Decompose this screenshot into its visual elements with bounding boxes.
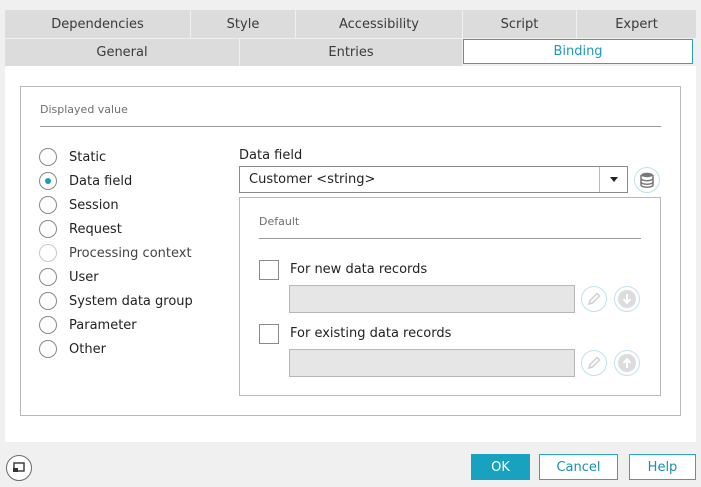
pencil-icon xyxy=(587,356,601,370)
radio-label: Static xyxy=(69,149,107,165)
displayed-value-divider xyxy=(40,126,661,127)
chevron-down-icon[interactable] xyxy=(599,167,627,192)
existing-records-checkbox[interactable] xyxy=(259,324,279,344)
tab-expert[interactable]: Expert xyxy=(577,10,696,38)
database-button[interactable] xyxy=(634,167,660,193)
radio-request[interactable]: Request xyxy=(39,219,122,239)
radio-button[interactable] xyxy=(39,172,57,190)
data-field-value: Customer <string> xyxy=(249,172,376,187)
displayed-value-legend: Displayed value xyxy=(40,103,128,116)
radio-processing-context: Processing context xyxy=(39,243,192,263)
new-records-edit-button xyxy=(581,286,607,312)
radio-button[interactable] xyxy=(39,316,57,334)
help-button[interactable]: Help xyxy=(629,454,696,480)
radio-label: Other xyxy=(69,341,106,357)
radio-label: Processing context xyxy=(69,245,192,261)
radio-button[interactable] xyxy=(39,340,57,358)
radio-system-data-group[interactable]: System data group xyxy=(39,291,193,311)
data-field-select[interactable]: Customer <string> xyxy=(239,166,628,193)
existing-records-edit-button xyxy=(581,350,607,376)
database-icon xyxy=(640,172,654,188)
radio-button[interactable] xyxy=(39,148,57,166)
data-field-label: Data field xyxy=(239,148,303,163)
radio-session[interactable]: Session xyxy=(39,195,119,215)
radio-label: Data field xyxy=(69,173,133,189)
tab-general[interactable]: General xyxy=(5,39,239,66)
radio-button[interactable] xyxy=(39,196,57,214)
ok-button[interactable]: OK xyxy=(471,454,530,480)
new-records-input xyxy=(289,285,575,313)
default-divider xyxy=(259,238,641,239)
radio-label: Session xyxy=(69,197,119,213)
cancel-button[interactable]: Cancel xyxy=(539,454,618,480)
radio-button[interactable] xyxy=(39,220,57,238)
window-button[interactable] xyxy=(6,455,32,481)
radio-label: System data group xyxy=(69,293,193,309)
arrow-up-icon xyxy=(618,354,636,372)
tab-accessibility[interactable]: Accessibility xyxy=(296,10,462,38)
existing-records-arrow-button xyxy=(614,350,640,376)
tab-style[interactable]: Style xyxy=(191,10,295,38)
radio-data-field[interactable]: Data field xyxy=(39,171,132,191)
radio-static[interactable]: Static xyxy=(39,147,106,167)
tab-script[interactable]: Script xyxy=(463,10,576,38)
radio-button[interactable] xyxy=(39,292,57,310)
radio-user[interactable]: User xyxy=(39,267,99,287)
radio-button xyxy=(39,244,57,262)
radio-label: User xyxy=(69,269,99,285)
new-records-checkbox[interactable] xyxy=(259,260,279,280)
tab-binding[interactable]: Binding xyxy=(463,39,693,64)
new-records-arrow-button xyxy=(614,286,640,312)
tab-entries[interactable]: Entries xyxy=(240,39,462,66)
window-icon xyxy=(13,462,25,472)
pencil-icon xyxy=(587,292,601,306)
radio-label: Request xyxy=(69,221,122,237)
arrow-down-icon xyxy=(618,290,636,308)
radio-label: Parameter xyxy=(69,317,137,333)
existing-records-label: For existing data records xyxy=(290,326,452,341)
new-records-label: For new data records xyxy=(290,262,428,277)
radio-parameter[interactable]: Parameter xyxy=(39,315,137,335)
radio-other[interactable]: Other xyxy=(39,339,106,359)
existing-records-input xyxy=(289,349,575,377)
radio-button[interactable] xyxy=(39,268,57,286)
default-legend: Default xyxy=(259,215,300,228)
tab-dependencies[interactable]: Dependencies xyxy=(5,10,190,38)
